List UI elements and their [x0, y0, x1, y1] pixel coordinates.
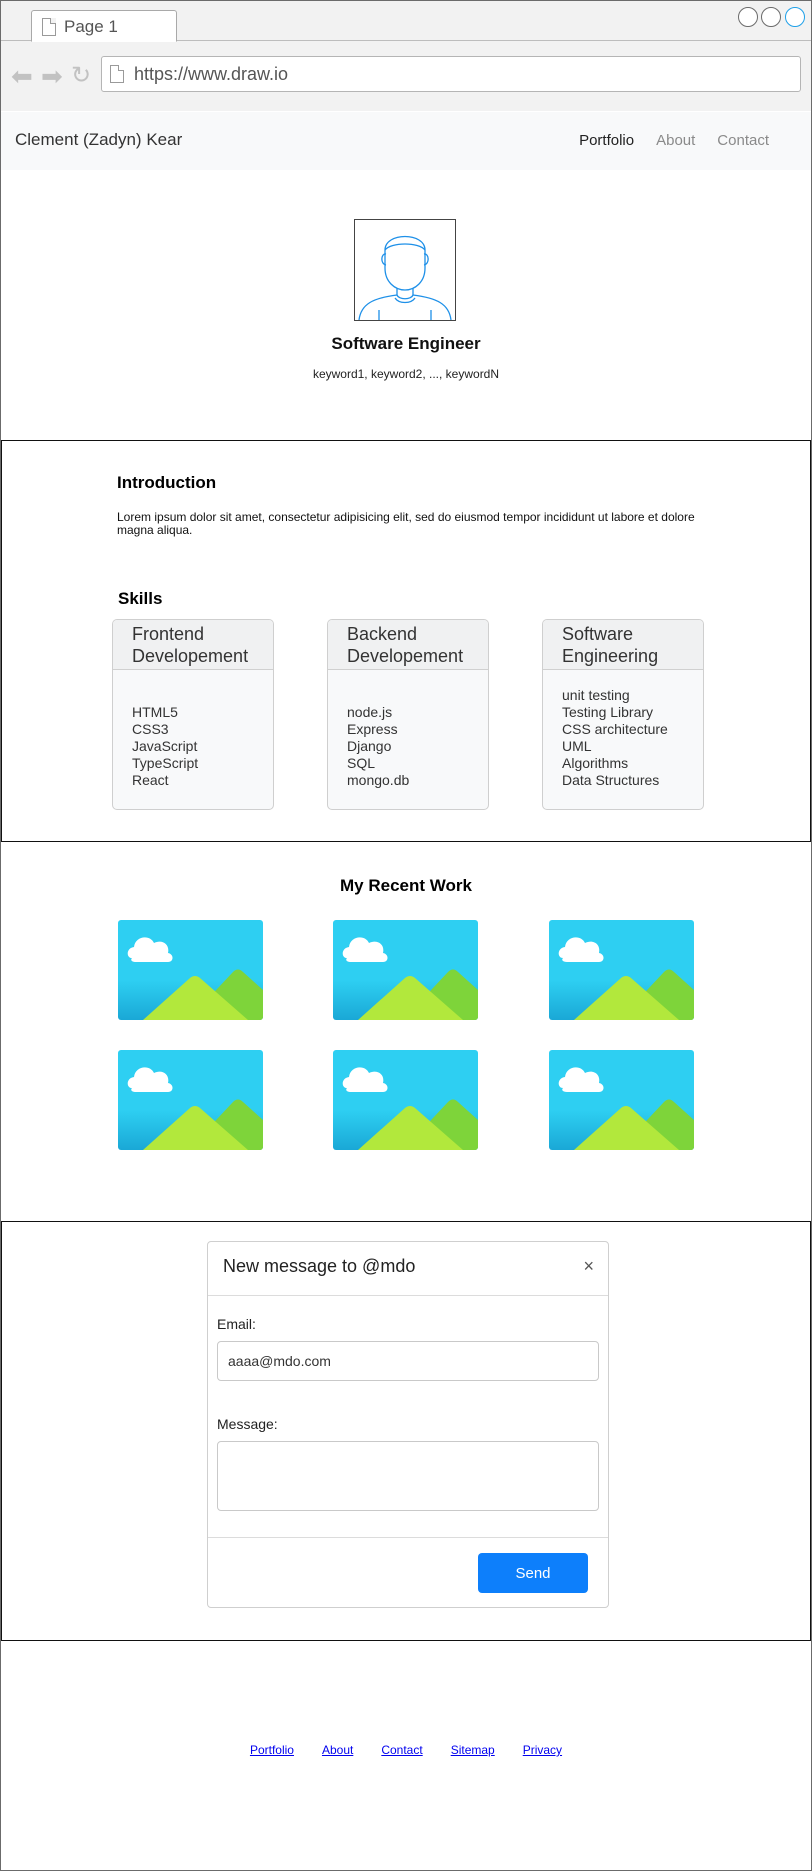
email-field[interactable] — [217, 1341, 599, 1381]
work-thumbnail[interactable] — [333, 1050, 478, 1150]
browser-toolbar: ⬅ ➡ ↻ https://www.draw.io — [1, 42, 811, 111]
image-placeholder-icon — [118, 1050, 263, 1150]
skill-item: TypeScript — [132, 755, 199, 771]
image-placeholder-icon — [549, 1050, 694, 1150]
skill-list: node.js Express Django SQL mongo.db — [347, 704, 409, 789]
skill-card-title: Frontend Developement — [113, 620, 273, 670]
intro-skills-section: Introduction Lorem ipsum dolor sit amet,… — [1, 440, 811, 842]
skill-card-software-engineering: Software Engineering unit testing Testin… — [542, 619, 704, 810]
skill-item: Testing Library — [562, 704, 654, 720]
site-brand[interactable]: Clement (Zadyn) Kear — [15, 130, 182, 150]
modal-title: New message to @mdo — [223, 1256, 416, 1276]
page-icon — [42, 18, 56, 36]
work-thumbnail[interactable] — [549, 1050, 694, 1150]
skill-item: mongo.db — [347, 772, 410, 788]
image-placeholder-icon — [333, 920, 478, 1020]
skill-card-title-line: Developement — [132, 646, 249, 666]
nav-link-about[interactable]: About — [656, 132, 695, 149]
intro-text: Lorem ipsum dolor sit amet, consectetur … — [117, 510, 695, 537]
work-thumbnail[interactable] — [118, 920, 263, 1020]
skill-item: Express — [347, 721, 398, 737]
footer-link-contact[interactable]: Contact — [381, 1743, 422, 1757]
skill-item: unit testing — [562, 687, 630, 703]
skill-item: CSS architecture — [562, 721, 668, 737]
user-avatar-icon — [358, 236, 452, 321]
close-icon[interactable]: × — [583, 1256, 594, 1277]
message-label: Message: — [217, 1416, 278, 1432]
footer-links: Portfolio About Contact Sitemap Privacy — [0, 1743, 812, 1757]
nav-link-contact[interactable]: Contact — [717, 132, 769, 149]
tab-strip: Page 1 — [1, 1, 811, 42]
work-thumbnail[interactable] — [333, 920, 478, 1020]
hero-keywords: keyword1, keyword2, ..., keywordN — [312, 367, 500, 381]
skill-item: UML — [562, 738, 592, 754]
reload-icon[interactable]: ↻ — [71, 64, 91, 88]
contact-section: New message to @mdo × Email: Message: Se… — [1, 1221, 811, 1641]
tab-title: Page 1 — [64, 17, 118, 36]
nav-link-portfolio[interactable]: Portfolio — [579, 132, 634, 149]
skill-list: unit testing Testing Library CSS archite… — [562, 687, 668, 789]
skill-card-title-line: Developement — [347, 646, 464, 666]
skill-item: Data Structures — [562, 772, 660, 788]
skill-item: CSS3 — [132, 721, 169, 737]
skill-card-title: Software Engineering — [543, 620, 703, 670]
work-thumbnail[interactable] — [118, 1050, 263, 1150]
back-arrow-icon[interactable]: ⬅ — [11, 63, 33, 89]
message-field[interactable] — [217, 1441, 599, 1511]
modal-footer-divider — [208, 1537, 608, 1538]
browser-tab[interactable]: Page 1 — [31, 10, 177, 42]
window-button-3[interactable] — [785, 7, 805, 27]
send-button[interactable]: Send — [478, 1553, 588, 1593]
modal-header: New message to @mdo × — [208, 1242, 608, 1296]
skill-card-backend: Backend Developement node.js Express Dja… — [327, 619, 489, 810]
skill-item: node.js — [347, 704, 393, 720]
work-thumbnail[interactable] — [549, 920, 694, 1020]
skill-card-frontend: Frontend Developement HTML5 CSS3 JavaScr… — [112, 619, 274, 810]
footer-link-privacy[interactable]: Privacy — [523, 1743, 562, 1757]
skill-card-title-line: Software — [562, 624, 634, 644]
skill-card-title-line: Frontend — [132, 624, 205, 644]
browser-chrome: Page 1 ⬅ ➡ ↻ https://www.draw.io — [1, 1, 811, 111]
hero-title: Software Engineer — [331, 334, 481, 353]
window-button-2[interactable] — [761, 7, 781, 27]
forward-arrow-icon[interactable]: ➡ — [41, 63, 63, 89]
footer-link-sitemap[interactable]: Sitemap — [451, 1743, 495, 1757]
skill-card-title-line: Engineering — [562, 646, 659, 666]
recent-work-heading: My Recent Work — [340, 876, 472, 895]
hero-section: Software Engineer keyword1, keyword2, ..… — [1, 170, 811, 440]
site-navbar: Clement (Zadyn) Kear Portfolio About Con… — [1, 112, 811, 170]
skills-heading: Skills — [118, 589, 163, 608]
footer-link-about[interactable]: About — [322, 1743, 353, 1757]
address-bar[interactable]: https://www.draw.io — [101, 56, 801, 92]
image-placeholder-icon — [118, 920, 263, 1020]
image-placeholder-icon — [549, 920, 694, 1020]
skill-item: Algorithms — [562, 755, 629, 771]
site-nav-links: Portfolio About Contact — [579, 132, 769, 149]
skill-item: HTML5 — [132, 704, 178, 720]
skill-item: SQL — [347, 755, 376, 771]
skill-item: React — [132, 772, 169, 788]
skill-item: JavaScript — [132, 738, 198, 754]
skill-item: Django — [347, 738, 392, 754]
footer-link-portfolio[interactable]: Portfolio — [250, 1743, 294, 1757]
url-text: https://www.draw.io — [134, 64, 289, 84]
page-icon — [110, 65, 124, 83]
skill-card-title-line: Backend — [347, 624, 418, 644]
email-label: Email: — [217, 1316, 256, 1332]
image-placeholder-icon — [333, 1050, 478, 1150]
intro-heading: Introduction — [117, 473, 217, 492]
skill-card-title: Backend Developement — [328, 620, 488, 670]
avatar — [354, 219, 456, 321]
window-button-1[interactable] — [738, 7, 758, 27]
recent-work-section: My Recent Work — [1, 842, 811, 1222]
message-modal: New message to @mdo × Email: Message: Se… — [207, 1241, 609, 1608]
skill-list: HTML5 CSS3 JavaScript TypeScript React — [132, 704, 198, 789]
